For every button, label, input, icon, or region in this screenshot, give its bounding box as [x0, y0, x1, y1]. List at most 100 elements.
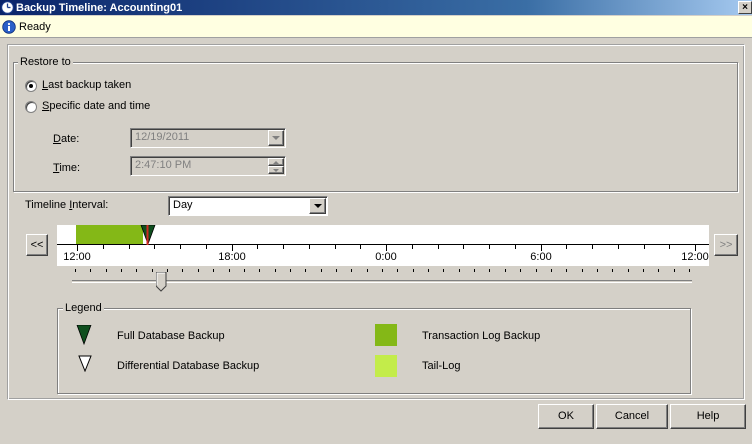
time-spin-down-button[interactable]	[268, 166, 284, 174]
slider-tick	[658, 269, 659, 272]
legend-label: Legend	[63, 302, 104, 314]
slider-tick	[121, 269, 122, 272]
legend-group	[57, 308, 691, 394]
timeline-minor-tick	[283, 245, 284, 249]
timeline-tick-label: 0:00	[375, 251, 397, 263]
slider-tick	[106, 269, 107, 272]
timeline-minor-tick	[206, 245, 207, 249]
timeline-minor-tick	[412, 245, 413, 249]
slider-tick	[75, 269, 76, 272]
date-label: Date:	[53, 133, 80, 145]
timeline-minor-tick	[257, 245, 258, 249]
tail-log-swatch	[375, 355, 397, 377]
slider-tick	[413, 269, 414, 272]
slider-tick	[213, 269, 214, 272]
slider-tick	[229, 269, 230, 272]
date-picker[interactable]: 12/19/2011	[130, 128, 286, 148]
slider-tick	[305, 269, 306, 272]
timeline-interval-select[interactable]: Day	[168, 196, 328, 216]
chevron-down-icon	[272, 135, 280, 140]
slider-tick	[597, 269, 598, 272]
timeline-minor-tick	[463, 245, 464, 249]
close-button[interactable]: ×	[738, 1, 752, 14]
backup-clock-icon	[1, 1, 14, 14]
info-icon	[2, 19, 16, 34]
timeline-minor-tick	[644, 245, 645, 249]
slider-tick	[551, 269, 552, 272]
cancel-button[interactable]: Cancel	[596, 404, 668, 429]
time-picker[interactable]: 2:47:10 PM	[130, 156, 286, 176]
slider-tick	[459, 269, 460, 272]
timeline-minor-tick	[180, 245, 181, 249]
timeline-interval-value: Day	[173, 199, 193, 211]
slider-tick	[428, 269, 429, 272]
status-text: Ready	[19, 20, 51, 33]
slider-tick	[674, 269, 675, 272]
interval-dropdown-button[interactable]	[309, 198, 326, 214]
timeline-minor-tick	[335, 245, 336, 249]
full-backup-marker-icon[interactable]	[140, 225, 156, 245]
slider-tick	[351, 269, 352, 272]
timeline-slider-thumb[interactable]	[156, 272, 167, 292]
timeline-minor-tick	[489, 245, 490, 249]
timeline-minor-tick	[309, 245, 310, 249]
timeline-minor-tick	[129, 245, 130, 249]
slider-tick	[290, 269, 291, 272]
slider-tick	[244, 269, 245, 272]
specific-date-radio-option[interactable]: Specific date and time	[25, 100, 185, 114]
spin-up-icon	[273, 160, 279, 164]
chevron-down-icon	[313, 203, 322, 208]
slider-tick	[566, 269, 567, 272]
timeline-interval-label: Timeline Interval:	[25, 199, 109, 211]
timeline-minor-tick	[566, 245, 567, 249]
slider-tick	[689, 269, 690, 272]
legend-differential-label: Differential Database Backup	[117, 360, 260, 372]
spin-down-icon	[273, 168, 279, 172]
timeline-minor-tick	[592, 245, 593, 249]
specific-date-radio[interactable]	[25, 101, 37, 113]
slider-tick	[336, 269, 337, 272]
specific-date-label: Specific date and time	[42, 100, 151, 112]
transaction-log-range[interactable]	[76, 225, 143, 245]
last-backup-label: Last backup taken	[42, 79, 132, 91]
date-value: 12/19/2011	[135, 131, 190, 143]
last-backup-radio-option[interactable]: Last backup taken	[25, 79, 165, 93]
timeline-minor-tick	[154, 245, 155, 249]
ok-button[interactable]: OK	[538, 404, 594, 429]
title-bar: Backup Timeline: Accounting01	[0, 0, 752, 15]
restore-to-label: Restore to	[18, 56, 73, 68]
slider-tick	[536, 269, 537, 272]
timeline-prev-button[interactable]: <<	[26, 234, 48, 256]
timeline-minor-tick	[360, 245, 361, 249]
timeline-minor-tick	[669, 245, 670, 249]
slider-tick	[367, 269, 368, 272]
slider-tick	[167, 269, 168, 272]
slider-tick	[136, 269, 137, 272]
last-backup-radio[interactable]	[25, 80, 37, 92]
date-dropdown-button[interactable]	[268, 130, 284, 146]
slider-tick	[612, 269, 613, 272]
timeline-tick-label: 12:00	[63, 251, 91, 263]
time-label: Time:	[53, 162, 81, 174]
slider-tick	[397, 269, 398, 272]
timeline-minor-tick	[103, 245, 104, 249]
slider-tick	[152, 269, 153, 272]
time-spin-up-button[interactable]	[268, 158, 284, 166]
timeline-next-button[interactable]: >>	[714, 234, 738, 256]
timeline-minor-tick	[618, 245, 619, 249]
slider-tick	[275, 269, 276, 272]
slider-tick	[382, 269, 383, 272]
window-title: Backup Timeline: Accounting01	[16, 1, 183, 14]
transaction-log-swatch	[375, 324, 397, 346]
legend-transaction-log-label: Transaction Log Backup	[422, 330, 541, 342]
slider-tick	[474, 269, 475, 272]
slider-tick	[582, 269, 583, 272]
slider-tick	[489, 269, 490, 272]
differential-backup-triangle-icon	[78, 355, 92, 372]
slider-tick	[505, 269, 506, 272]
slider-tick	[259, 269, 260, 272]
help-button[interactable]: Help	[670, 404, 746, 429]
slider-tick	[520, 269, 521, 272]
timeline-minor-tick	[438, 245, 439, 249]
slider-tick	[643, 269, 644, 272]
